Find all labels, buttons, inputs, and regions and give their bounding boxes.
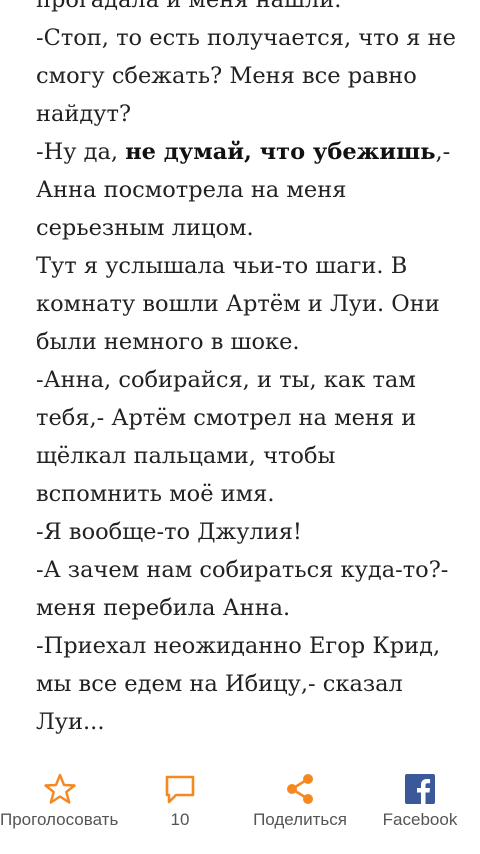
vote-button[interactable]: Проголосовать [0,762,120,854]
story-text-segment: -Анна, собирайся, и ты, как там тебя,- А… [36,367,417,507]
story-text-segment: -Приехал неожиданно Егор Крид, мы все ед… [36,633,441,735]
story-reader[interactable]: прогадала и меня нашли. -Стоп, то есть по… [0,0,480,762]
story-paragraph: -А зачем нам собираться куда-то?- меня п… [36,551,456,627]
story-paragraph: -Я вообще-то Джулия! [36,513,456,551]
story-text-segment: -Я вообще-то Джулия! [36,519,302,545]
story-paragraph: -Приехал неожиданно Егор Крид, мы все ед… [36,627,456,741]
story-text-segment: -Стоп, то есть получается, что я не смог… [36,25,456,127]
share-button[interactable]: Поделиться [240,762,360,854]
facebook-icon [405,774,435,804]
comments-button[interactable]: 10 [128,762,232,854]
facebook-label: Facebook [382,810,458,829]
story-text: прогадала и меня нашли. -Стоп, то есть по… [36,0,456,741]
story-paragraph: -Анна, собирайся, и ты, как там тебя,- А… [36,361,456,513]
share-icon [287,774,313,804]
story-text-segment: -А зачем нам собираться куда-то?- меня п… [36,557,449,621]
share-label: Поделиться [253,810,347,829]
story-bold-text: не думай, что убежишь [125,139,436,165]
story-text-segment: прогадала и меня нашли. [36,0,342,13]
comments-count: 10 [170,810,190,829]
story-paragraph: Тут я услышала чьи-то шаги. В комнату во… [36,247,456,361]
star-outline-icon [44,773,76,804]
story-text-segment: -Ну да, [36,139,126,165]
comment-bubble-icon [165,775,195,804]
story-text-segment: Тут я услышала чьи-то шаги. В комнату во… [36,253,440,355]
story-paragraph: прогадала и меня нашли. [36,0,456,19]
facebook-button[interactable]: Facebook [370,762,470,854]
story-paragraph: -Стоп, то есть получается, что я не смог… [36,19,456,133]
story-paragraph: -Ну да, не думай, что убежишь,- Анна пос… [36,133,456,247]
bottom-action-bar: Проголосовать 10 Поделиться Facebook [0,762,480,854]
vote-label: Проголосовать [0,810,119,829]
